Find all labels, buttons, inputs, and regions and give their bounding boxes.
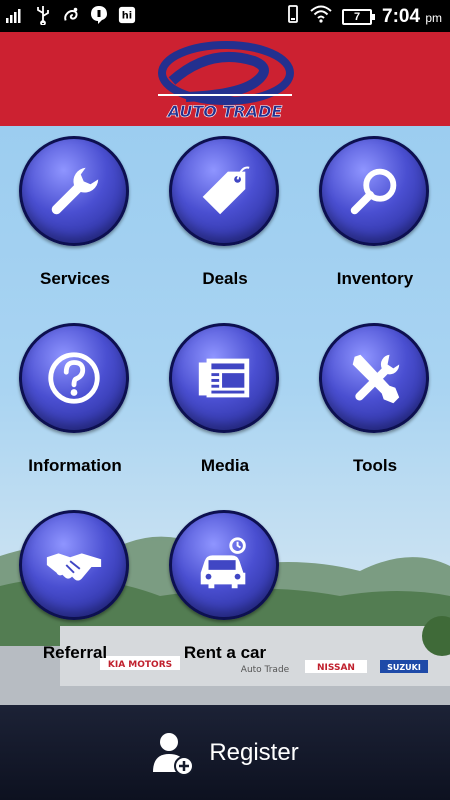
magnifier-icon [350, 168, 397, 215]
usb-icon [34, 5, 52, 25]
wifi-icon [310, 5, 332, 28]
auto-trade-logo: AUTO TRADE [158, 41, 294, 121]
uc-browser-icon [62, 5, 80, 25]
media-button[interactable] [169, 323, 279, 433]
menu-grid: KIA MOTORS Auto Trade NISSAN SUZUKI Serv… [0, 126, 450, 705]
vibrate-icon [286, 4, 300, 29]
menu-item-information[interactable]: Information [0, 313, 150, 493]
rent-a-car-button[interactable] [169, 510, 279, 620]
menu-item-referral[interactable]: Referral [0, 500, 150, 680]
wrench-icon [51, 167, 99, 215]
services-button[interactable] [19, 136, 129, 246]
battery-icon: 7 [342, 8, 376, 25]
inventory-button[interactable] [319, 136, 429, 246]
tools-icon [352, 354, 400, 404]
app-header: AUTO TRADE [0, 32, 450, 126]
status-clock: 7:04 pm [382, 5, 442, 27]
add-user-icon [153, 732, 195, 776]
svg-text:AUTO TRADE: AUTO TRADE [166, 102, 283, 121]
svg-text:hi: hi [122, 11, 132, 22]
menu-item-tools[interactable]: Tools [300, 313, 450, 493]
menu-item-label: Deals [202, 269, 248, 288]
register-label: Register [209, 738, 299, 766]
register-button[interactable]: Register [0, 705, 450, 800]
menu-item-label: Referral [42, 643, 108, 662]
menu-item-label: Rent a car [183, 643, 267, 662]
status-bar: hi 7 7:04 pm [0, 0, 450, 32]
menu-item-services[interactable]: Services [0, 126, 150, 306]
hi-icon: hi [118, 5, 136, 25]
deals-button[interactable] [169, 136, 279, 246]
menu-item-label: Media [200, 456, 250, 475]
menu-item-deals[interactable]: Deals [150, 126, 300, 306]
information-button[interactable] [19, 323, 129, 433]
menu-item-label: Tools [352, 456, 398, 475]
question-icon [48, 352, 100, 404]
handshake-icon [46, 553, 102, 581]
menu-item-label: Services [40, 269, 110, 288]
menu-item-rent-a-car[interactable]: Rent a car [150, 500, 300, 680]
car-icon [200, 537, 246, 589]
menu-item-inventory[interactable]: Inventory [300, 126, 450, 306]
signal-icon [6, 5, 24, 25]
tag-icon [202, 166, 250, 215]
menu-item-label: Inventory [336, 269, 414, 288]
menu-item-media[interactable]: Media [150, 313, 300, 493]
newspaper-icon [198, 358, 250, 398]
menu-item-label: Information [28, 456, 122, 475]
referral-button[interactable] [19, 510, 129, 620]
hike-icon [90, 5, 108, 25]
svg-text:NISSAN: NISSAN [317, 663, 355, 673]
svg-text:SUZUKI: SUZUKI [387, 663, 421, 672]
tools-button[interactable] [319, 323, 429, 433]
